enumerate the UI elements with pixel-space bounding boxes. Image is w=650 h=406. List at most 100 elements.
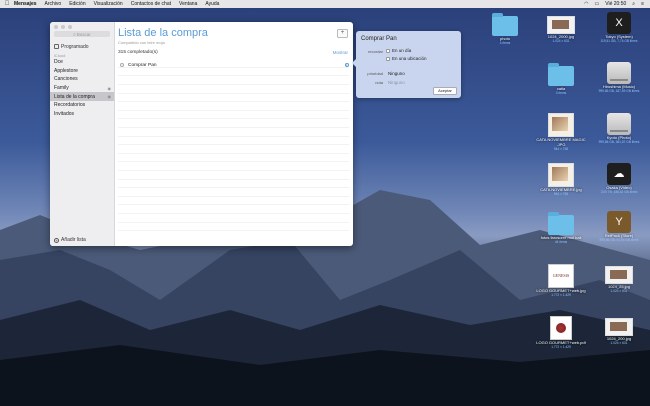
icon-info: 2,00 TB, 188,42 GB libres [600,190,638,194]
sidebar-item-canciones[interactable]: Canciones [50,75,114,84]
menu-clock[interactable]: Vié 20:50 [605,1,626,7]
scheduled-label: Programado [61,43,89,50]
add-reminder-button[interactable]: + [337,29,348,38]
task-row[interactable]: Comprar Pan i [118,61,349,69]
sidebar-item-label: Lista de la compra [54,93,95,100]
remind-day-label: En un día [392,48,412,53]
task-label[interactable]: Comprar Pan [128,63,157,68]
sidebar-list: Dce Applestore Canciones Family ◉ Lista d… [50,58,114,118]
image-thumbnail-icon [605,266,633,284]
note-field[interactable]: Ninguno [388,80,405,85]
desktop-icon-osaka[interactable]: ☁ Osaka (Video) 2,00 TB, 188,42 GB libre… [590,163,648,194]
icon-info: 1.772 × 1.429 [551,345,571,349]
list-subtitle: Compartido con leire moja [118,40,165,45]
desktop-icon-tokyo[interactable]: X Tokyo (System) 119,51 GB, 7,76 GB libr… [590,12,648,43]
close-window-button[interactable] [54,25,58,29]
sidebar-item-family[interactable]: Family ◉ [50,84,114,93]
shared-icon: ◉ [107,85,112,91]
icon-info: 944 × 765 [553,192,569,196]
desktop-icon-logo-jpg[interactable]: GENESIS LOGO GOURMET+web.jpg 1.772 × 1.4… [532,264,590,297]
sidebar-item-dce[interactable]: Dce [50,58,114,67]
add-list-button[interactable]: + Añadir lista [54,237,86,243]
priority-label: prioridad [367,71,383,76]
menu-app[interactable]: Mensajes [14,1,37,7]
apple-menu-icon[interactable]:  [0,1,14,7]
sidebar-item-label: Recordatorios [54,102,86,109]
desktop-icon-1024-2000[interactable]: 1024_2000.jpg 1.024 × 631 [532,16,590,43]
search-icon[interactable]: ⌕ [632,1,635,7]
desktop-icon-kyoto[interactable]: Kyoto (Photo) 999,86 GB, 381,57 GB libre… [590,113,648,144]
menu-archivo[interactable]: Archivo [45,1,62,7]
desktop-icon-fotos[interactable]: fotos farosorre mol ball 44 ítems [532,212,590,244]
remind-day-option[interactable]: En un día [386,48,411,53]
task-checkbox[interactable] [120,63,124,67]
remind-label: recordar [368,49,383,54]
disk-icon [607,113,631,135]
search-field[interactable]: ⌕ Buscar [54,31,110,37]
menu-edicion[interactable]: Edición [69,1,85,7]
icon-info: 1.024 × 631 [610,341,628,345]
icon-info: 119,51 GB, 7,76 GB libres [600,39,638,43]
icon-info: 999,86 GB, 381,57 GB libres [598,140,640,144]
drive-icon: Y [607,211,631,233]
remind-location-label: En una ubicación [392,56,427,61]
status-area: ◠ ▭ Vié 20:50 ⌕ ≡ [584,0,644,8]
image-thumbnail-icon [547,16,575,34]
scheduled-item[interactable]: Programado [54,43,110,50]
info-icon[interactable]: i [344,62,349,67]
notification-icon[interactable]: ≡ [641,1,644,7]
logo-thumbnail-icon: GENESIS [548,264,574,288]
desktop-icon-logo-pdf[interactable]: LOGO GOURMET+web.pdf 1.772 × 1.429 [532,316,590,349]
list-content: Lista de la compra Compartido con leire … [114,22,353,246]
accept-button[interactable]: Aceptar [433,87,457,95]
desktop-icon-cata[interactable]: CATA NOVIEMBRE.jpg 944 × 765 [532,163,590,196]
desktop-icon-cata-magic[interactable]: CATA NOVIEMBRE MAGIC .JPG 944 × 765 [532,113,590,151]
remind-location-option[interactable]: En una ubicación [386,56,427,61]
menu-ayuda[interactable]: Ayuda [205,1,219,7]
desktop-icon-photo[interactable]: photo 4 ítems [476,13,534,45]
menu-ventana[interactable]: Ventana [179,1,197,7]
menu-visualizacion[interactable]: Visualización [94,1,123,7]
menu-contactos[interactable]: Contactos de chat [131,1,171,7]
desktop-icon-retpack[interactable]: Y RetPack (Store) 999,86 GB, 91,94 GB li… [590,211,648,242]
battery-icon[interactable]: ▭ [594,1,599,7]
show-completed-button[interactable]: Mostrar [333,50,348,55]
sidebar-item-label: Canciones [54,76,78,83]
image-thumbnail-icon [605,318,633,336]
drive-icon: X [607,12,631,34]
desktop-icon-1024-200[interactable]: 1024_200.jpg 1.024 × 631 [590,318,648,345]
sidebar-item-applestore[interactable]: Applestore [50,67,114,76]
icon-info: 944 × 765 [553,147,569,151]
icon-info: 4 ítems [499,41,511,45]
priority-select[interactable]: Ninguno [388,71,405,76]
photo-thumbnail-icon [548,113,574,137]
sidebar-item-lista-compra[interactable]: Lista de la compra ◉ [50,92,114,101]
photo-thumbnail-icon [548,163,574,187]
plus-circle-icon: + [54,237,59,243]
checkbox-icon[interactable] [386,48,390,53]
desktop-icon-hiroshima[interactable]: Hiroshima (Music) 999,86 GB, 187,59 GB l… [590,62,648,93]
icon-info: 1.024 × 631 [552,39,570,43]
calendar-icon [54,44,59,49]
sidebar-item-recordatorios[interactable]: Recordatorios [50,101,114,110]
cloud-drive-icon: ☁ [607,163,631,185]
detail-title[interactable]: Comprar Pan [361,36,397,42]
icon-info: 999,86 GB, 187,59 GB libres [598,89,640,93]
completed-count: 315 completado(s) [118,50,158,55]
desktop-icon-1024-25[interactable]: 1024_25.jpg 1.024 × 631 [590,266,648,293]
reminders-window: ⌕ Buscar Programado iCloud Dce Applestor… [50,22,353,246]
list-title: Lista de la compra [118,27,208,39]
zoom-window-button[interactable] [68,25,72,29]
sidebar-item-label: Family [54,85,69,92]
pdf-icon [550,316,572,340]
add-list-label: Añadir lista [61,237,86,243]
wifi-icon[interactable]: ◠ [584,1,588,7]
task-lines[interactable] [118,59,349,239]
search-icon: ⌕ [73,31,76,37]
minimize-window-button[interactable] [61,25,65,29]
sidebar-item-invitados[interactable]: Invitados [50,110,114,119]
sidebar-item-label: Invitados [54,110,75,117]
checkbox-icon[interactable] [386,56,390,61]
sidebar-item-label: Dce [54,59,63,66]
desktop-icon-catia[interactable]: catia 3 ítems [532,63,590,95]
